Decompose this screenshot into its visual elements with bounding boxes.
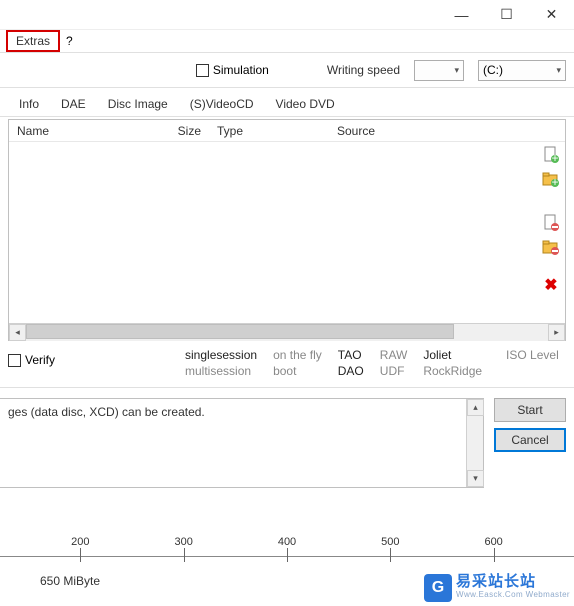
tab-dae[interactable]: DAE xyxy=(50,92,97,116)
capacity-ruler: 200 300 400 500 600 xyxy=(0,542,574,566)
tick-400: 400 xyxy=(278,536,296,548)
vertical-scrollbar[interactable]: ▴ ▾ xyxy=(466,399,483,487)
writing-speed-select[interactable]: ▾ xyxy=(414,60,464,81)
svg-text:+: + xyxy=(551,175,558,188)
column-type[interactable]: Type xyxy=(209,124,329,138)
scroll-left-icon[interactable]: ◂ xyxy=(9,324,26,341)
drive-select[interactable]: (C:) ▾ xyxy=(478,60,566,81)
column-header-row: Name Size Type Source xyxy=(9,120,565,142)
options-row: Verify singlesession multisession on the… xyxy=(0,341,574,383)
watermark-cn: 易采站长站 xyxy=(456,575,570,588)
watermark-logo-icon: G xyxy=(424,574,452,602)
writing-speed-label: Writing speed xyxy=(327,63,400,77)
opt-raw: RAW xyxy=(380,347,408,363)
chevron-down-icon: ▾ xyxy=(556,65,561,76)
cancel-button[interactable]: Cancel xyxy=(494,428,566,452)
opt-dao: DAO xyxy=(338,363,364,379)
add-folder-icon[interactable]: + xyxy=(542,170,560,188)
checkbox-icon xyxy=(196,64,209,77)
file-list[interactable] xyxy=(9,142,565,323)
scroll-up-icon[interactable]: ▴ xyxy=(467,399,484,416)
capacity-label: 650 MiByte xyxy=(40,574,100,588)
scroll-down-icon[interactable]: ▾ xyxy=(467,470,484,487)
log-line: ges (data disc, XCD) can be created. xyxy=(8,405,205,419)
opt-onthefly: on the fly xyxy=(273,347,322,363)
menubar: Extras ? xyxy=(0,30,574,52)
svg-text:+: + xyxy=(551,151,558,164)
side-toolbar: + + ✖ xyxy=(542,146,560,294)
tick-200: 200 xyxy=(71,536,89,548)
column-source[interactable]: Source xyxy=(329,124,565,138)
log-panel[interactable]: ges (data disc, XCD) can be created. ▴ ▾ xyxy=(0,398,484,488)
close-button[interactable]: ✕ xyxy=(529,0,574,30)
watermark-en: Www.Easck.Com Webmaster xyxy=(456,588,570,601)
chevron-down-icon: ▾ xyxy=(454,65,459,76)
opt-rockridge: RockRidge xyxy=(423,363,482,379)
tick-500: 500 xyxy=(381,536,399,548)
file-list-panel: Name Size Type Source ◂ ▸ xyxy=(8,119,566,341)
tab-svideocd[interactable]: (S)VideoCD xyxy=(179,92,265,116)
tick-300: 300 xyxy=(174,536,192,548)
menu-extras[interactable]: Extras xyxy=(6,30,60,52)
titlebar: — ☐ ✕ xyxy=(0,0,574,30)
minimize-button[interactable]: — xyxy=(439,0,484,30)
verify-checkbox[interactable]: Verify xyxy=(8,347,55,367)
opt-singlesession: singlesession xyxy=(185,347,257,363)
column-size[interactable]: Size xyxy=(169,124,209,138)
remove-file-icon[interactable] xyxy=(542,214,560,232)
menu-help[interactable]: ? xyxy=(60,32,79,50)
tabstrip: Info DAE Disc Image (S)VideoCD Video DVD xyxy=(0,88,574,116)
scroll-track[interactable] xyxy=(26,324,548,341)
toolbar: Simulation Writing speed ▾ (C:) ▾ xyxy=(0,52,574,88)
opt-tao: TAO xyxy=(338,347,364,363)
opt-iso-level: ISO Level xyxy=(506,347,559,363)
column-name[interactable]: Name xyxy=(9,124,169,138)
opt-joliet: Joliet xyxy=(423,347,482,363)
opt-multisession: multisession xyxy=(185,363,257,379)
maximize-button[interactable]: ☐ xyxy=(484,0,529,30)
watermark: G 易采站长站 Www.Easck.Com Webmaster xyxy=(424,574,570,602)
lower-area: ges (data disc, XCD) can be created. ▴ ▾… xyxy=(0,398,574,488)
checkbox-icon xyxy=(8,354,21,367)
verify-label: Verify xyxy=(25,353,55,367)
tab-disc-image[interactable]: Disc Image xyxy=(97,92,179,116)
start-button[interactable]: Start xyxy=(494,398,566,422)
tab-info[interactable]: Info xyxy=(8,92,50,116)
opt-udf: UDF xyxy=(380,363,408,379)
horizontal-scrollbar[interactable]: ◂ ▸ xyxy=(9,323,565,340)
remove-folder-icon[interactable] xyxy=(542,238,560,256)
tick-600: 600 xyxy=(484,536,502,548)
scroll-right-icon[interactable]: ▸ xyxy=(548,324,565,341)
simulation-label: Simulation xyxy=(213,63,269,77)
scroll-thumb[interactable] xyxy=(26,324,454,339)
tab-video-dvd[interactable]: Video DVD xyxy=(265,92,346,116)
delete-all-icon[interactable]: ✖ xyxy=(542,276,560,294)
add-file-icon[interactable]: + xyxy=(542,146,560,164)
opt-boot: boot xyxy=(273,363,322,379)
simulation-checkbox[interactable]: Simulation xyxy=(196,63,269,77)
